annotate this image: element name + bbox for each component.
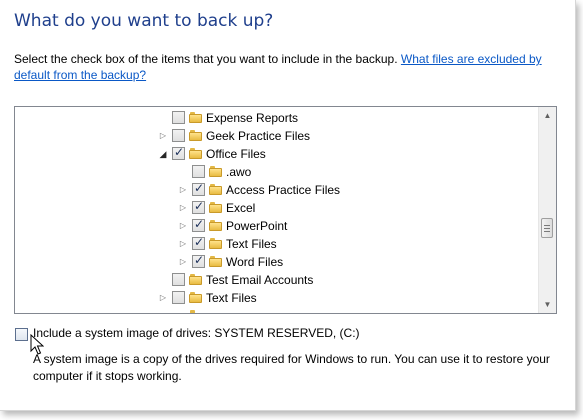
expand-arrow-icon[interactable]: ▷ — [178, 256, 188, 268]
tree-item[interactable]: Expense Reports — [15, 109, 539, 127]
instructions-body: Select the check box of the items that y… — [14, 52, 401, 66]
folder-icon — [189, 310, 202, 313]
tree-item[interactable]: ▷ ✓ Access Practice Files — [15, 181, 539, 199]
tree-item-label[interactable]: PowerPoint — [226, 219, 287, 233]
tree-item-checkbox[interactable] — [192, 165, 205, 178]
collapse-arrow-icon[interactable]: ◢ — [158, 148, 168, 160]
tree-scrollbar[interactable]: ▲ ▼ — [538, 107, 556, 313]
expand-arrow-icon[interactable]: ▷ — [178, 238, 188, 250]
folder-icon — [209, 202, 222, 213]
backup-dialog: What do you want to back up? Select the … — [0, 0, 576, 411]
tree-item[interactable]: ◢ ✓ Office Files — [15, 145, 539, 163]
checkmark-icon: ✓ — [194, 199, 205, 213]
tree-item[interactable]: ▷ ✓ Text Files — [15, 235, 539, 253]
mouse-cursor-icon — [30, 334, 44, 355]
thumb-grip — [544, 228, 550, 229]
folder-icon — [189, 148, 202, 159]
folder-icon — [189, 274, 202, 285]
tree-item-checkbox[interactable] — [172, 129, 185, 142]
tree-item-checkbox[interactable]: ✓ — [192, 217, 205, 232]
folder-icon — [209, 238, 222, 249]
backup-items-tree[interactable]: Expense Reports ▷ Geek Practice Files ◢ ✓ Off… — [14, 106, 557, 314]
scroll-thumb[interactable] — [541, 218, 553, 238]
tree-item-checkbox[interactable] — [172, 273, 185, 286]
checkmark-icon: ✓ — [194, 181, 205, 195]
expand-arrow-icon[interactable]: ▷ — [178, 202, 188, 214]
folder-icon — [209, 220, 222, 231]
folder-icon — [189, 292, 202, 303]
scroll-down-button[interactable]: ▼ — [539, 296, 556, 313]
tree-item-label[interactable]: Excel — [226, 201, 255, 215]
checkmark-icon: ✓ — [194, 235, 205, 249]
tree-item-checkbox[interactable]: ✓ — [192, 235, 205, 250]
folder-icon — [189, 112, 202, 123]
folder-icon — [209, 256, 222, 267]
tree-item[interactable]: Test Email Accounts — [15, 271, 539, 289]
scroll-up-button[interactable]: ▲ — [539, 107, 556, 124]
page-title: What do you want to back up? — [14, 11, 274, 31]
folder-icon — [189, 130, 202, 141]
expand-arrow-icon[interactable]: ▷ — [158, 292, 168, 304]
tree-item-label[interactable]: Geek Practice Files — [206, 129, 310, 143]
tree-item[interactable]: ▷ ✓ Excel — [15, 199, 539, 217]
folder-icon — [209, 166, 222, 177]
expand-arrow-icon[interactable]: ▷ — [178, 220, 188, 232]
instructions-text: Select the check box of the items that y… — [14, 51, 559, 83]
checkmark-icon: ✓ — [174, 145, 185, 159]
tree-item-label[interactable]: Test Email Accounts — [206, 273, 313, 287]
tree-item-label[interactable]: Word Files — [226, 255, 283, 269]
thumb-grip — [544, 231, 550, 232]
system-image-description: A system image is a copy of the drives r… — [33, 352, 550, 383]
expand-arrow-icon[interactable]: ▷ — [178, 184, 188, 196]
tree-item[interactable]: ▷ ✓ PowerPoint — [15, 217, 539, 235]
tree-item-checkbox[interactable]: ✓ — [192, 199, 205, 214]
checkmark-icon: ✓ — [194, 253, 205, 267]
tree-item-label[interactable]: Office Files — [206, 147, 266, 161]
tree-item-checkbox[interactable] — [172, 111, 185, 124]
checkmark-icon: ✓ — [194, 217, 205, 231]
system-image-checkbox[interactable] — [15, 328, 28, 341]
tree-item[interactable]: ▷ Text Files — [15, 289, 539, 307]
tree-item[interactable]: .awo — [15, 163, 539, 181]
tree-item[interactable]: ▷ ✓ Word Files — [15, 253, 539, 271]
tree-item-checkbox[interactable]: ✓ — [192, 253, 205, 268]
tree-item-checkbox[interactable]: ✓ — [192, 181, 205, 196]
tree-item-checkbox[interactable]: ✓ — [172, 145, 185, 160]
tree-item[interactable]: ▷ Geek Practice Files — [15, 127, 539, 145]
tree-item-checkbox[interactable] — [172, 291, 185, 304]
tree-item-label[interactable]: Text Files — [206, 291, 257, 305]
tree-item-label[interactable]: Text Files — [226, 237, 277, 251]
tree-item-label[interactable]: .awo — [226, 165, 251, 179]
tree-item-label[interactable]: Expense Reports — [206, 111, 298, 125]
thumb-grip — [544, 225, 550, 226]
tree-item-label[interactable]: Access Practice Files — [226, 183, 340, 197]
expand-arrow-icon[interactable]: ▷ — [158, 130, 168, 142]
system-image-label[interactable]: Include a system image of drives: SYSTEM… — [33, 326, 360, 340]
folder-icon — [209, 184, 222, 195]
